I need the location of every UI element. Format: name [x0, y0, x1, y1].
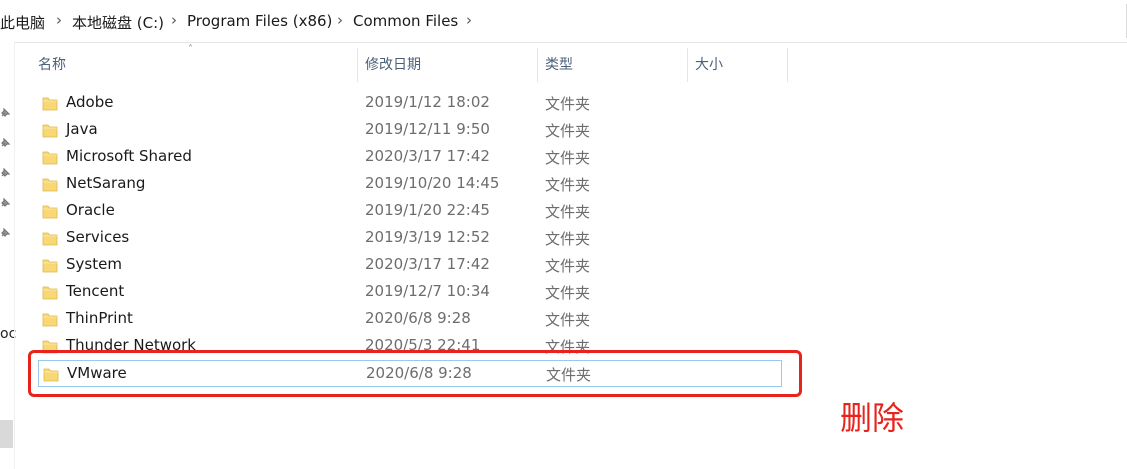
file-row[interactable]: Tencent 2019/12/7 10:34 文件夹 [38, 279, 782, 306]
file-modified-date: 2019/12/7 10:34 [365, 282, 490, 300]
file-type: 文件夹 [545, 176, 591, 194]
highlight-box [28, 350, 802, 397]
file-row[interactable]: NetSarang 2019/10/20 14:45 文件夹 [38, 171, 782, 198]
column-divider[interactable] [787, 48, 788, 82]
file-modified-date: 2020/6/8 9:28 [365, 309, 471, 327]
file-modified-date: 2019/1/12 18:02 [365, 93, 490, 111]
annotation-delete-label: 删除 [840, 399, 905, 437]
folder-icon [42, 150, 58, 169]
column-header-type[interactable]: 类型 [537, 48, 687, 82]
file-type: 文件夹 [545, 284, 591, 302]
breadcrumb-this-pc[interactable]: 此电脑 [0, 12, 45, 33]
nav-scrollbar-thumb[interactable] [0, 420, 13, 448]
file-row[interactable]: Services 2019/3/19 12:52 文件夹 [38, 225, 782, 252]
navigation-pane: oc [0, 42, 16, 469]
file-type: 文件夹 [545, 257, 591, 275]
pin-icon[interactable] [0, 168, 10, 178]
breadcrumb-program-files-x86[interactable]: Program Files (x86) [187, 12, 332, 30]
breadcrumb-chevron-icon[interactable]: › [466, 11, 472, 29]
file-row[interactable]: Java 2019/12/11 9:50 文件夹 [38, 117, 782, 144]
folder-icon [42, 312, 58, 331]
file-row[interactable]: Oracle 2019/1/20 22:45 文件夹 [38, 198, 782, 225]
file-modified-date: 2019/1/20 22:45 [365, 201, 490, 219]
folder-icon [42, 123, 58, 142]
column-header-name[interactable]: 名称 [30, 48, 357, 82]
file-type: 文件夹 [545, 95, 591, 113]
file-name: Services [66, 228, 130, 246]
column-header-date[interactable]: 修改日期 [357, 48, 537, 82]
file-modified-date: 2019/10/20 14:45 [365, 174, 500, 192]
folder-icon [42, 177, 58, 196]
file-name: Java [66, 120, 98, 138]
pane-divider[interactable] [14, 42, 15, 469]
file-name: NetSarang [66, 174, 146, 192]
file-modified-date: 2019/12/11 9:50 [365, 120, 490, 138]
folder-icon [42, 231, 58, 250]
file-modified-date: 2020/3/17 17:42 [365, 255, 490, 273]
file-row[interactable]: Adobe 2019/1/12 18:02 文件夹 [38, 90, 782, 117]
file-name: Tencent [66, 282, 125, 300]
file-name: Microsoft Shared [66, 147, 192, 165]
file-type: 文件夹 [545, 230, 591, 248]
file-modified-date: 2020/3/17 17:42 [365, 147, 490, 165]
breadcrumb-chevron-icon[interactable]: › [337, 11, 343, 29]
folder-icon [42, 258, 58, 277]
folder-icon [42, 96, 58, 115]
pin-icon[interactable] [0, 138, 10, 148]
pin-icon[interactable] [0, 198, 10, 208]
file-type: 文件夹 [545, 122, 591, 140]
address-bar[interactable]: 此电脑 › 本地磁盘 (C:) › Program Files (x86) › … [0, 0, 1127, 43]
breadcrumb-chevron-icon[interactable]: › [56, 11, 62, 29]
file-name: ThinPrint [66, 309, 133, 327]
file-row[interactable]: ThinPrint 2020/6/8 9:28 文件夹 [38, 306, 782, 333]
breadcrumb-chevron-icon[interactable]: › [171, 11, 177, 29]
breadcrumb-common-files[interactable]: Common Files [353, 12, 458, 30]
file-row[interactable]: Microsoft Shared 2020/3/17 17:42 文件夹 [38, 144, 782, 171]
pin-icon[interactable] [0, 228, 10, 238]
file-name: System [66, 255, 122, 273]
column-header-size[interactable]: 大小 [687, 48, 787, 82]
file-type: 文件夹 [545, 203, 591, 221]
pin-icon[interactable] [0, 108, 10, 118]
folder-icon [42, 204, 58, 223]
file-name: Adobe [66, 93, 114, 111]
file-name: Oracle [66, 201, 115, 219]
file-row[interactable]: System 2020/3/17 17:42 文件夹 [38, 252, 782, 279]
folder-icon [42, 285, 58, 304]
file-type: 文件夹 [545, 149, 591, 167]
breadcrumb-local-disk[interactable]: 本地磁盘 (C:) [72, 12, 164, 33]
file-type: 文件夹 [545, 311, 591, 329]
file-modified-date: 2019/3/19 12:52 [365, 228, 490, 246]
